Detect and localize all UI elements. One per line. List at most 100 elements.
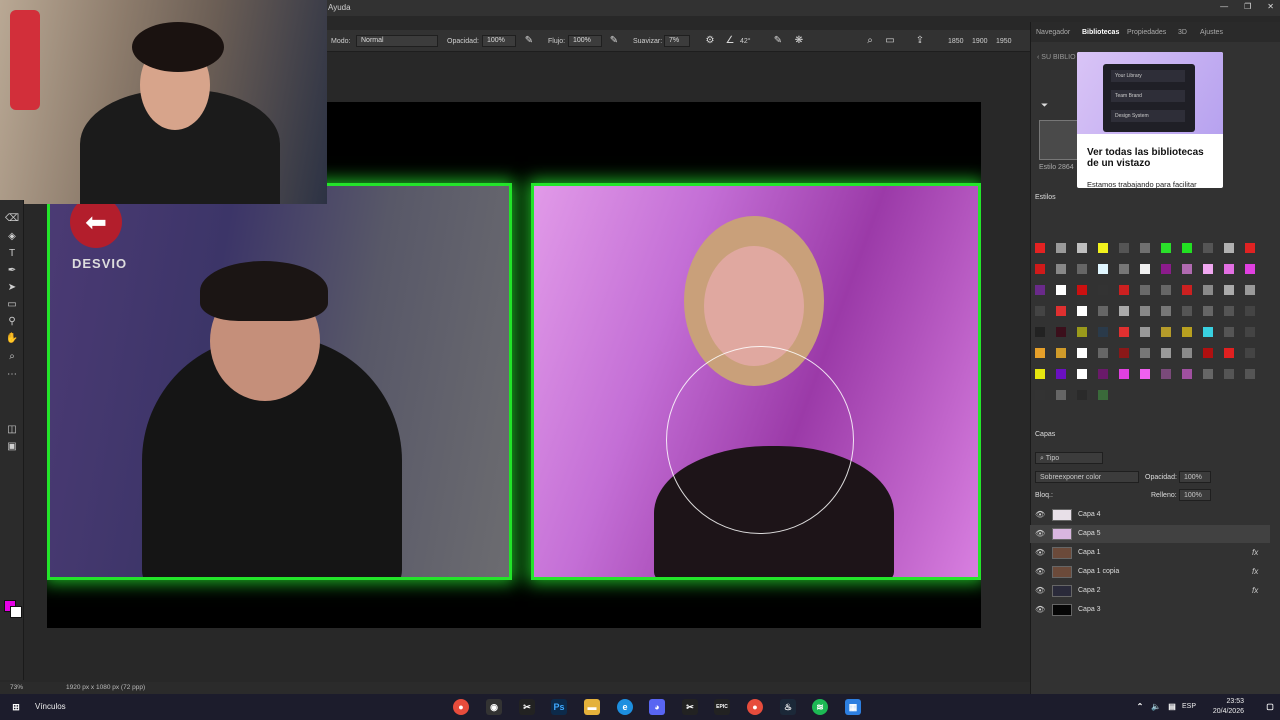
notifications-icon[interactable]: ▢ — [1262, 699, 1278, 715]
style-swatch[interactable] — [1098, 369, 1108, 379]
style-swatch[interactable] — [1119, 369, 1129, 379]
taskbar-label[interactable]: Vínculos — [35, 702, 66, 711]
close-icon[interactable]: ✕ — [1267, 2, 1274, 11]
rectangle-tool-icon[interactable]: ▭ — [5, 298, 19, 312]
layer-row[interactable]: 👁 Capa 3 — [1030, 601, 1270, 619]
visibility-eye-icon[interactable]: 👁 — [1035, 529, 1045, 538]
style-swatch[interactable] — [1224, 243, 1234, 253]
search-icon[interactable]: ⌕ — [864, 35, 876, 47]
style-swatch[interactable] — [1077, 369, 1087, 379]
style-swatch[interactable] — [1119, 306, 1129, 316]
style-swatch[interactable] — [1224, 327, 1234, 337]
minimize-icon[interactable]: — — [1220, 2, 1228, 11]
visibility-eye-icon[interactable]: 👁 — [1035, 586, 1045, 595]
style-swatch[interactable] — [1056, 285, 1066, 295]
style-swatch[interactable] — [1056, 327, 1066, 337]
smooth-field[interactable]: 7% — [664, 35, 690, 47]
layer-effects-icon[interactable]: fx — [1252, 586, 1258, 595]
visibility-eye-icon[interactable]: 👁 — [1035, 510, 1045, 519]
style-swatch[interactable] — [1077, 264, 1087, 274]
style-swatch[interactable] — [1056, 306, 1066, 316]
flow-field[interactable]: 100% — [568, 35, 602, 47]
style-swatch[interactable] — [1056, 369, 1066, 379]
layer-effects-icon[interactable]: fx — [1252, 548, 1258, 557]
layer-row[interactable]: 👁 Capa 4 — [1030, 506, 1270, 524]
discord-icon[interactable]: ◕ — [649, 699, 665, 715]
style-swatch[interactable] — [1035, 327, 1045, 337]
share-icon[interactable]: ⇪ — [914, 35, 926, 47]
style-swatch[interactable] — [1203, 285, 1213, 295]
style-swatch[interactable] — [1056, 390, 1066, 400]
blend-mode-select[interactable]: Sobreexponer color — [1035, 471, 1139, 483]
visibility-eye-icon[interactable]: 👁 — [1035, 605, 1045, 614]
library-style-thumbnail[interactable] — [1039, 120, 1079, 160]
layer-effects-icon[interactable]: fx — [1252, 567, 1258, 576]
style-swatch[interactable] — [1161, 369, 1171, 379]
windows-start-icon[interactable]: ⊞ — [8, 699, 24, 715]
style-swatch[interactable] — [1224, 306, 1234, 316]
obs-icon[interactable]: ◉ — [486, 699, 502, 715]
symmetry-icon[interactable]: ❋ — [793, 35, 805, 47]
style-swatch[interactable] — [1035, 390, 1045, 400]
photoshop-icon[interactable]: Ps — [551, 699, 567, 715]
network-icon[interactable]: ▤ — [1164, 699, 1180, 715]
style-swatch[interactable] — [1077, 285, 1087, 295]
layer-row[interactable]: 👁 Capa 2 fx — [1030, 582, 1270, 600]
style-swatch[interactable] — [1056, 348, 1066, 358]
style-swatch[interactable] — [1056, 264, 1066, 274]
tab-bibliotecas[interactable]: Bibliotecas — [1082, 29, 1119, 36]
hand-tool-icon[interactable]: ✋ — [5, 332, 19, 346]
pressure-size-icon[interactable]: ✎ — [772, 35, 784, 47]
file-explorer-icon[interactable]: ▬ — [584, 699, 600, 715]
style-swatch[interactable] — [1035, 369, 1045, 379]
pen-tool-icon[interactable]: ✒ — [5, 264, 19, 278]
style-swatch[interactable] — [1140, 369, 1150, 379]
style-swatch[interactable] — [1203, 327, 1213, 337]
airbrush-icon[interactable]: ✎ — [608, 35, 620, 47]
style-swatch[interactable] — [1182, 285, 1192, 295]
style-swatch[interactable] — [1098, 243, 1108, 253]
library-promo-popup[interactable]: Your Library Team Brand Design System Ve… — [1077, 52, 1223, 188]
style-swatch[interactable] — [1140, 306, 1150, 316]
style-swatch[interactable] — [1098, 264, 1108, 274]
style-swatch[interactable] — [1224, 369, 1234, 379]
style-swatch[interactable] — [1119, 285, 1129, 295]
zoom-tool-icon[interactable]: ⌕ — [5, 350, 19, 364]
style-swatch[interactable] — [1098, 348, 1108, 358]
layer-opacity-field[interactable]: 100% — [1179, 471, 1211, 483]
fill-field[interactable]: 100% — [1179, 489, 1211, 501]
style-swatch[interactable] — [1077, 243, 1087, 253]
style-swatch[interactable] — [1098, 306, 1108, 316]
style-swatch[interactable] — [1119, 264, 1129, 274]
library-back-link[interactable]: ‹ SU BIBLIO — [1037, 54, 1076, 61]
style-swatch[interactable] — [1035, 264, 1045, 274]
spotify-icon[interactable]: ≋ — [812, 699, 828, 715]
style-swatch[interactable] — [1224, 264, 1234, 274]
language-indicator[interactable]: ESP — [1182, 703, 1196, 710]
layer-filter-select[interactable]: ⌕ Tipo — [1035, 452, 1103, 464]
style-swatch[interactable] — [1077, 306, 1087, 316]
style-swatch[interactable] — [1140, 348, 1150, 358]
volume-icon[interactable]: 🔈 — [1148, 699, 1164, 715]
style-swatch[interactable] — [1119, 243, 1129, 253]
style-swatch[interactable] — [1056, 243, 1066, 253]
visibility-eye-icon[interactable]: 👁 — [1035, 567, 1045, 576]
paint-bucket-icon[interactable]: ◈ — [5, 230, 19, 244]
capcut-icon[interactable]: ✂ — [682, 699, 698, 715]
dropper-icon[interactable]: ⚲ — [5, 315, 19, 329]
style-swatch[interactable] — [1245, 306, 1255, 316]
zoom-level[interactable]: 73% — [10, 684, 23, 691]
style-swatch[interactable] — [1182, 348, 1192, 358]
style-swatch[interactable] — [1245, 369, 1255, 379]
style-swatch[interactable] — [1035, 306, 1045, 316]
style-swatch[interactable] — [1161, 243, 1171, 253]
style-swatch[interactable] — [1035, 243, 1045, 253]
style-swatch[interactable] — [1119, 327, 1129, 337]
maximize-icon[interactable]: ❐ — [1244, 2, 1251, 11]
gear-icon[interactable]: ⚙ — [704, 35, 716, 47]
style-swatch[interactable] — [1035, 285, 1045, 295]
opacity-field[interactable]: 100% — [482, 35, 516, 47]
style-swatch[interactable] — [1182, 243, 1192, 253]
style-swatch[interactable] — [1161, 306, 1171, 316]
path-selection-icon[interactable]: ➤ — [5, 281, 19, 295]
